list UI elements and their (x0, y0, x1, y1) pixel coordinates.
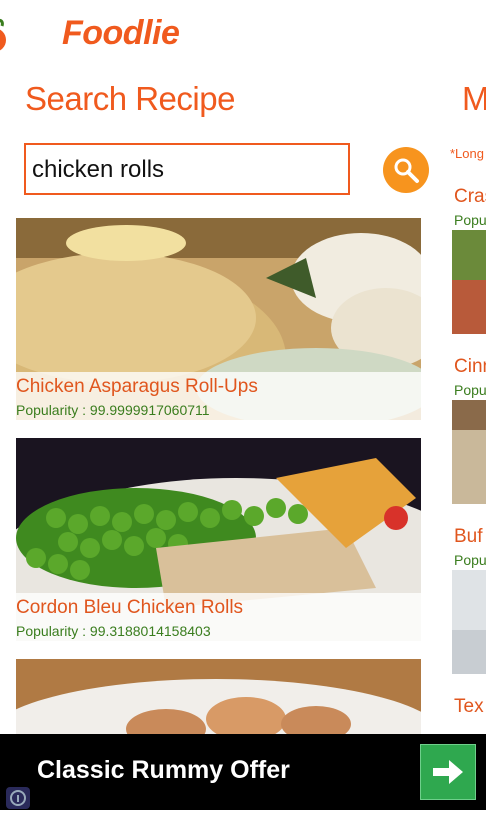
recipe-card[interactable]: Chicken Asparagus Roll-Ups Popularity : … (16, 218, 421, 420)
search-icon (394, 158, 419, 183)
info-icon[interactable] (6, 787, 30, 809)
side-recipe-image (452, 570, 486, 674)
side-recipe-image (452, 400, 486, 504)
recipe-title: Cordon Bleu Chicken Rolls (16, 597, 244, 618)
arrow-right-icon (433, 760, 463, 784)
search-button[interactable] (383, 147, 429, 193)
recipe-popularity: Popularity : 99.9999917060711 (16, 402, 210, 418)
ad-banner[interactable]: Classic Rummy Offer (0, 734, 486, 810)
side-recipe-title: Cinn (454, 356, 486, 377)
search-section-title: Search Recipe (25, 80, 235, 117)
logo-icon: ie (0, 18, 6, 51)
side-recipe-card[interactable]: Cinn Popul (452, 356, 486, 504)
recipe-card[interactable]: Cordon Bleu Chicken Rolls Popularity : 9… (16, 438, 421, 641)
ad-open-button[interactable] (420, 744, 476, 800)
side-recipe-popularity: Popu (454, 552, 486, 568)
side-recipe-popularity: Popul (454, 382, 486, 398)
recipe-image (16, 659, 421, 734)
recipe-popularity: Popularity : 99.3188014158403 (16, 623, 211, 639)
app-title: Foodlie (62, 14, 180, 52)
side-recipe-card[interactable]: Buf Popu (452, 526, 486, 674)
side-recipe-popularity: Popul (454, 212, 486, 228)
side-recipe-card[interactable]: Cras Popul (452, 186, 486, 334)
search-input[interactable] (32, 153, 332, 187)
search-box[interactable] (24, 143, 350, 195)
side-recipe-title: Cras (454, 186, 486, 207)
recipe-card[interactable] (16, 659, 421, 734)
ad-text: Classic Rummy Offer (37, 756, 290, 784)
side-recipe-card[interactable]: Tex (452, 696, 486, 734)
side-recipe-title: Tex (454, 696, 484, 717)
next-panel-note: *Long (450, 146, 484, 161)
side-recipe-image (452, 230, 486, 334)
next-panel-title: M (462, 80, 486, 117)
side-recipe-title: Buf (454, 526, 483, 547)
recipe-title: Chicken Asparagus Roll-Ups (16, 376, 258, 397)
